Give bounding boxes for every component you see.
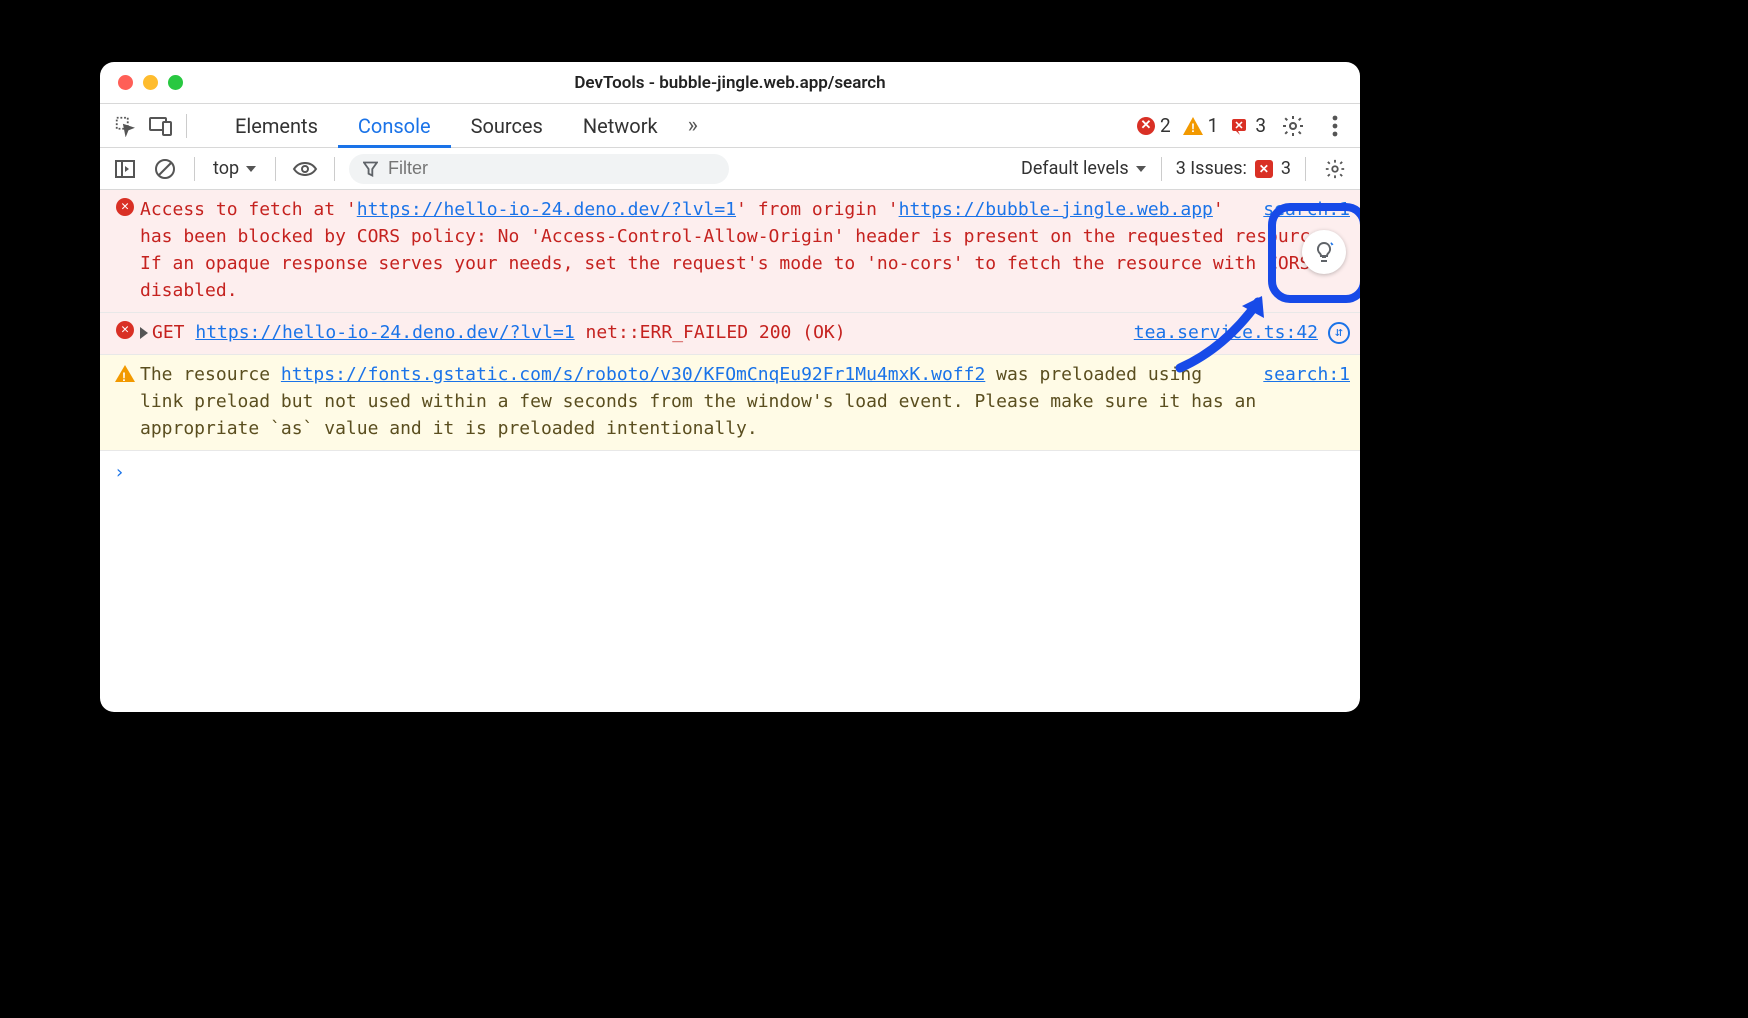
inspect-element-icon[interactable]	[110, 111, 140, 141]
separator	[186, 114, 187, 138]
tab-elements[interactable]: Elements	[215, 104, 338, 147]
svg-text:✕: ✕	[1235, 120, 1244, 132]
issues-count-value: 3	[1255, 114, 1266, 137]
chevron-down-icon	[245, 165, 257, 173]
ai-insights-button[interactable]	[1302, 230, 1346, 274]
issues-label: 3 Issues:	[1176, 158, 1247, 179]
console-message[interactable]: search:1 The resource https://fonts.gstat…	[100, 355, 1360, 451]
message-text: GET	[152, 322, 195, 343]
separator	[194, 157, 195, 181]
log-levels-selector[interactable]: Default levels	[1021, 158, 1147, 179]
message-body: search:1 The resource https://fonts.gstat…	[140, 361, 1350, 442]
console-message[interactable]: ✕ tea.service.ts:42 ⇅ GET https://hello-io-…	[100, 313, 1360, 355]
filter-field[interactable]	[349, 154, 729, 184]
url-link[interactable]: https://hello-io-24.deno.dev/?lvl=1	[195, 322, 574, 343]
message-text: ' from origin '	[736, 199, 899, 220]
tab-label: Network	[583, 114, 658, 138]
reload-icon[interactable]: ⇅	[1328, 322, 1350, 344]
funnel-icon	[363, 161, 378, 177]
lightbulb-icon	[1312, 240, 1336, 264]
status-bar: ✕ 2 ! 1 ✕ 3	[1137, 111, 1350, 141]
message-text: The resource	[140, 364, 281, 385]
url-link[interactable]: https://bubble-jingle.web.app	[899, 199, 1213, 220]
panel-tabs: Elements Console Sources Network »	[215, 104, 708, 147]
error-icon: ✕	[1137, 117, 1155, 135]
toggle-sidebar-icon[interactable]	[110, 154, 140, 184]
issues-link[interactable]: 3 Issues: ✕ 3	[1176, 158, 1291, 179]
window-title: DevTools - bubble-jingle.web.app/search	[574, 73, 885, 93]
traffic-lights	[118, 75, 183, 90]
tab-console[interactable]: Console	[338, 104, 451, 147]
tab-label: Elements	[235, 114, 318, 138]
warning-count[interactable]: ! 1	[1183, 114, 1219, 137]
titlebar: DevTools - bubble-jingle.web.app/search	[100, 62, 1360, 104]
more-tabs-button[interactable]: »	[678, 104, 708, 147]
issue-badge-icon: ✕	[1255, 160, 1273, 178]
minimize-window-button[interactable]	[143, 75, 158, 90]
tab-sources[interactable]: Sources	[451, 104, 563, 147]
error-count[interactable]: ✕ 2	[1137, 114, 1171, 137]
tab-label: Console	[358, 114, 431, 138]
separator	[1305, 157, 1306, 181]
levels-label: Default levels	[1021, 158, 1129, 179]
console-settings-icon[interactable]	[1320, 154, 1350, 184]
source-link[interactable]: search:1	[1263, 196, 1350, 223]
error-count-value: 2	[1160, 114, 1171, 137]
url-link[interactable]: https://hello-io-24.deno.dev/?lvl=1	[357, 199, 736, 220]
warning-icon	[110, 361, 140, 442]
zoom-window-button[interactable]	[168, 75, 183, 90]
issues-count[interactable]: ✕ 3	[1230, 114, 1266, 137]
tab-label: Sources	[471, 114, 543, 138]
console-messages[interactable]: ✕search:1Access to fetch at 'https://hel…	[100, 190, 1360, 712]
separator	[1161, 157, 1162, 181]
issue-icon: ✕	[1230, 117, 1250, 135]
url-link[interactable]: https://fonts.gstatic.com/s/roboto/v30/K…	[281, 364, 985, 385]
message-body: tea.service.ts:42 ⇅ GET https://hello-io-2…	[140, 319, 1350, 346]
context-selector[interactable]: top	[209, 156, 261, 181]
settings-icon[interactable]	[1278, 111, 1308, 141]
svg-text:!: !	[1191, 121, 1195, 135]
issues-badge-count: 3	[1281, 158, 1291, 179]
kebab-menu-icon[interactable]	[1320, 111, 1350, 141]
device-toolbar-icon[interactable]	[146, 111, 176, 141]
warning-count-value: 1	[1208, 114, 1219, 137]
warning-icon: !	[1183, 117, 1203, 135]
expand-caret-icon[interactable]	[140, 327, 148, 339]
filter-input[interactable]	[388, 158, 715, 179]
console-toolbar: top Default levels 3 Issues: ✕ 3	[100, 148, 1360, 190]
chevrons-icon: »	[688, 113, 698, 138]
message-text: net::ERR_FAILED 200 (OK)	[575, 322, 846, 343]
message-text: Access to fetch at '	[140, 199, 357, 220]
console-message[interactable]: ✕ search:1 Access to fetch at 'https://hel…	[100, 190, 1360, 313]
error-icon: ✕	[110, 319, 140, 346]
separator	[334, 157, 335, 181]
tab-network[interactable]: Network	[563, 104, 678, 147]
main-toolbar: Elements Console Sources Network » ✕ 2 !…	[100, 104, 1360, 148]
source-link[interactable]: search:1	[1263, 361, 1350, 388]
clear-console-icon[interactable]	[150, 154, 180, 184]
close-window-button[interactable]	[118, 75, 133, 90]
separator	[275, 157, 276, 181]
message-body: search:1 Access to fetch at 'https://hell…	[140, 196, 1350, 304]
source-link[interactable]: tea.service.ts:42	[1134, 319, 1318, 346]
context-label: top	[213, 158, 239, 179]
error-icon: ✕	[110, 196, 140, 304]
devtools-window: DevTools - bubble-jingle.web.app/search …	[100, 62, 1360, 712]
chevron-down-icon	[1135, 165, 1147, 173]
console-prompt[interactable]: ›	[100, 451, 1360, 494]
live-expression-icon[interactable]	[290, 154, 320, 184]
prompt-caret-icon: ›	[114, 459, 125, 486]
